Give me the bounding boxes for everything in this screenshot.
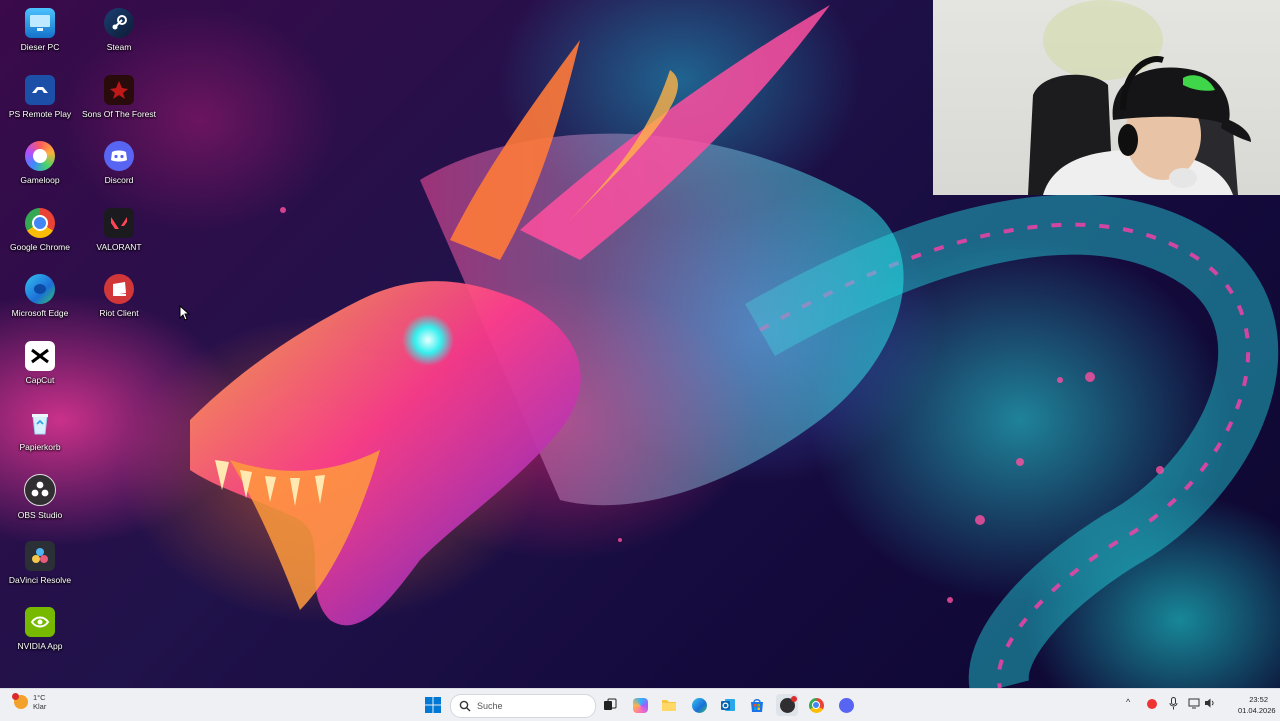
taskbar-edge[interactable] <box>688 694 710 716</box>
tray-overflow-chevron-icon[interactable]: ^ <box>1126 697 1130 707</box>
taskbar-copilot[interactable] <box>629 694 651 716</box>
taskbar: 1°C Klar Suche ^ 23:52 01.04.2026 <box>0 688 1280 721</box>
search-icon <box>459 700 471 712</box>
desktop-icon-steam[interactable]: Steam <box>80 2 158 64</box>
chrome-icon <box>25 208 55 238</box>
taskbar-clock[interactable]: 23:52 01.04.2026 <box>1238 694 1276 716</box>
desktop-icon-label: Discord <box>104 175 134 185</box>
desktop-icon-label: Dieser PC <box>20 42 60 52</box>
file-explorer-icon <box>662 700 676 711</box>
weather-alert-icon <box>12 693 19 700</box>
valorant-icon <box>104 208 134 238</box>
capcut-icon <box>25 341 55 371</box>
weather-widget[interactable]: 1°C Klar <box>12 693 47 711</box>
taskbar-task-view[interactable] <box>599 694 621 716</box>
taskbar-search-box[interactable]: Suche <box>450 694 596 718</box>
clock-time: 23:52 <box>1249 695 1268 704</box>
desktop-icon-label: Google Chrome <box>9 242 70 252</box>
weather-condition: Klar <box>33 702 47 711</box>
desktop-icon-label: Microsoft Edge <box>11 308 69 318</box>
tray-display-icon[interactable] <box>1188 697 1200 709</box>
discord-icon <box>838 697 854 713</box>
desktop-icon-label: VALORANT <box>96 242 142 252</box>
start-button[interactable] <box>422 694 444 716</box>
ps-remote-play-icon <box>25 75 55 105</box>
desktop-icon-label: Papierkorb <box>19 442 61 452</box>
discord-icon <box>104 141 134 171</box>
edge-icon <box>25 274 55 304</box>
desktop-icon-microsoft-edge[interactable]: Microsoft Edge <box>1 268 79 330</box>
desktop-icon-label: DaVinci Resolve <box>8 575 72 585</box>
tray-microphone-icon[interactable] <box>1169 697 1178 710</box>
steam-icon <box>104 8 134 38</box>
desktop-icon-label: NVIDIA App <box>17 641 63 651</box>
desktop-icon-gameloop[interactable]: Gameloop <box>1 135 79 197</box>
desktop-icon-ps-remote-play[interactable]: PS Remote Play <box>1 69 79 131</box>
this-pc-icon <box>25 8 55 38</box>
riot-client-icon <box>104 274 134 304</box>
copilot-icon <box>632 697 648 713</box>
taskbar-chrome[interactable] <box>805 694 827 716</box>
store-icon <box>751 698 763 712</box>
tray-security-icon[interactable] <box>1147 699 1157 709</box>
desktop-icon-davinci-resolve[interactable]: DaVinci Resolve <box>1 535 79 597</box>
desktop-icon-google-chrome[interactable]: Google Chrome <box>1 202 79 264</box>
desktop-icon-this-pc[interactable]: Dieser PC <box>1 2 79 64</box>
desktop-icon-capcut[interactable]: CapCut <box>1 335 79 397</box>
webcam-overlay <box>933 0 1280 195</box>
obs-icon <box>24 474 56 506</box>
clock-date: 01.04.2026 <box>1238 706 1276 715</box>
desktop-icon-label: Riot Client <box>99 308 139 318</box>
recycle-bin-icon <box>25 408 55 438</box>
mouse-cursor <box>179 305 191 321</box>
weather-temp: 1°C <box>33 693 46 702</box>
nvidia-icon <box>25 607 55 637</box>
sons-of-the-forest-icon <box>104 75 134 105</box>
desktop-icon-label: OBS Studio <box>17 510 63 520</box>
taskbar-discord[interactable] <box>835 694 857 716</box>
desktop-icon-label: Sons Of The Forest <box>81 109 156 119</box>
webcam-person-image <box>1028 0 1251 195</box>
desktop-icon-sons-of-the-forest[interactable]: Sons Of The Forest <box>80 69 158 131</box>
desktop-icon-riot-client[interactable]: Riot Client <box>80 268 158 330</box>
desktop-icon-discord[interactable]: Discord <box>80 135 158 197</box>
desktop-icon-label: PS Remote Play <box>8 109 72 119</box>
davinci-icon <box>25 541 55 571</box>
desktop-icon-nvidia-app[interactable]: NVIDIA App <box>1 601 79 663</box>
desktop-icon-recycle-bin[interactable]: Papierkorb <box>1 402 79 464</box>
taskbar-store[interactable] <box>746 694 768 716</box>
desktop-icon-label: CapCut <box>25 375 55 385</box>
desktop-icon-label: Steam <box>106 42 132 52</box>
outlook-icon <box>721 699 735 711</box>
obs-icon <box>779 695 797 713</box>
weather-sun-icon <box>12 693 28 709</box>
taskbar-outlook[interactable] <box>717 694 739 716</box>
tray-volume-icon[interactable] <box>1204 697 1216 709</box>
search-placeholder: Suche <box>477 701 503 711</box>
desktop-icon-obs-studio[interactable]: OBS Studio <box>1 468 79 530</box>
start-icon <box>425 697 441 713</box>
taskbar-obs[interactable] <box>776 694 798 716</box>
edge-icon <box>691 697 707 713</box>
chrome-icon <box>808 697 824 713</box>
task-view-icon <box>604 698 617 710</box>
desktop-icon-label: Gameloop <box>20 175 60 185</box>
gameloop-icon <box>25 141 55 171</box>
taskbar-file-explorer[interactable] <box>658 694 680 716</box>
desktop-icon-valorant[interactable]: VALORANT <box>80 202 158 264</box>
